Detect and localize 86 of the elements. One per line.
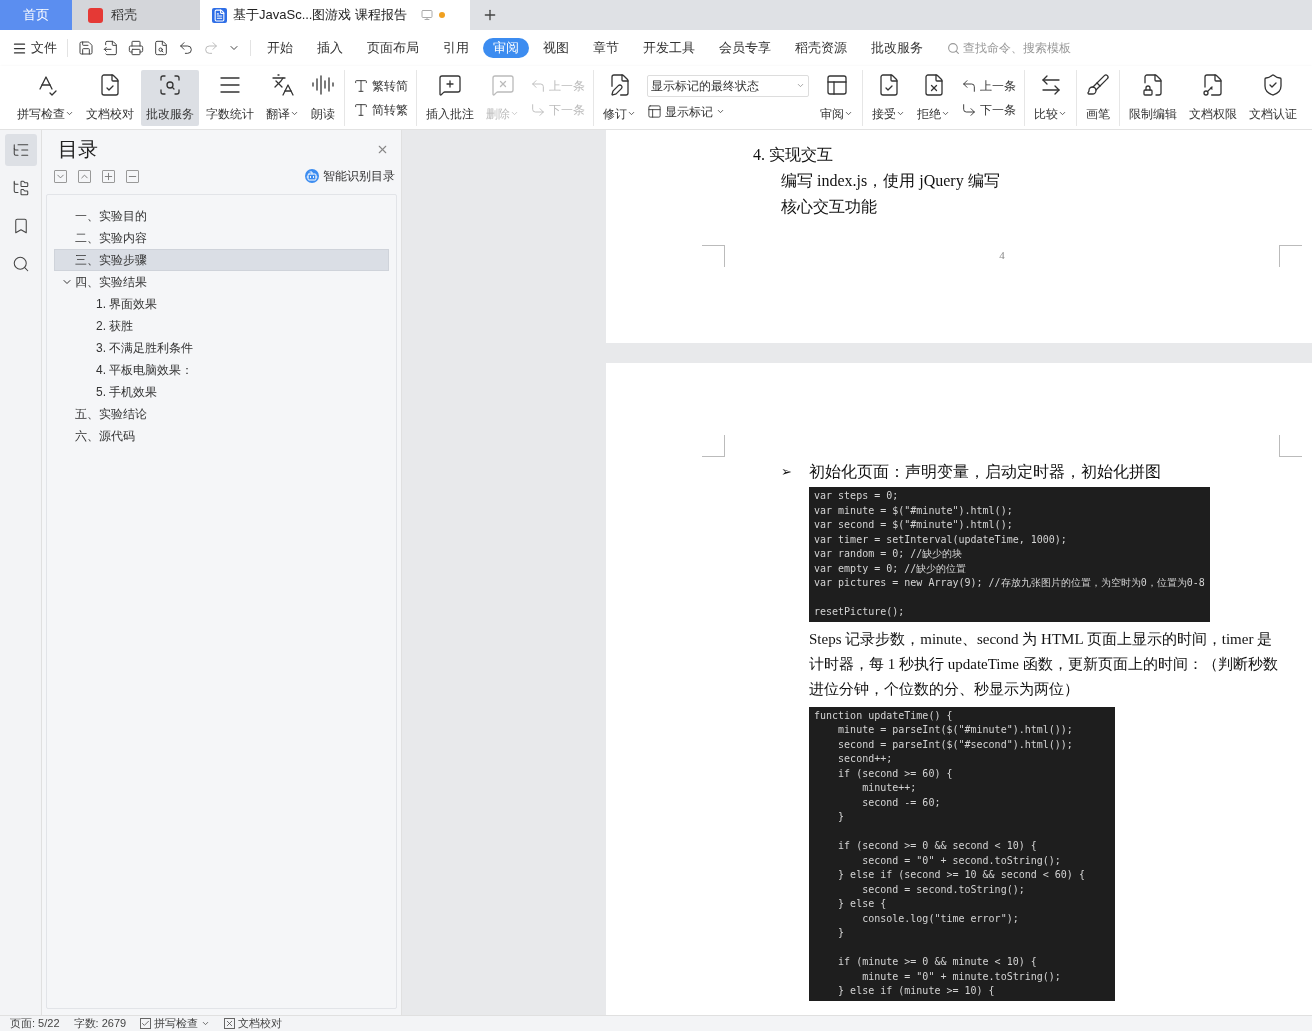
- code-line: } else {: [837, 897, 888, 911]
- ribbon-tab[interactable]: 引用: [433, 38, 479, 58]
- ribbon-button[interactable]: 比较: [1029, 69, 1072, 126]
- code-line: }: [837, 926, 846, 940]
- ribbon-button[interactable]: 插入批注: [421, 69, 479, 126]
- code-line: } else if (minute >= 10) {: [837, 984, 996, 998]
- ribbon-tab[interactable]: 开发工具: [633, 38, 705, 58]
- code-line: var steps = 0;: [814, 489, 900, 503]
- panel-title: 目录: [58, 137, 98, 162]
- ribbon-tab[interactable]: 章节: [583, 38, 629, 58]
- ribbon-button[interactable]: 拼写检查: [12, 69, 79, 126]
- toc-item[interactable]: 4. 平板电脑效果：: [54, 359, 389, 381]
- code-line: if (second >= 60) {: [837, 766, 954, 781]
- spell-check-toggle[interactable]: 拼写检查: [140, 1015, 211, 1031]
- code-line: var minute = $("#minute").html();: [814, 503, 1014, 518]
- ribbon-button[interactable]: 文档认证: [1244, 69, 1302, 126]
- ribbon-button[interactable]: 画笔: [1081, 69, 1115, 126]
- toc-item[interactable]: 2. 获胜: [54, 315, 389, 337]
- code-line: function updateTime() {: [814, 708, 954, 723]
- code-line: minute = parseInt($("#minute").html());: [837, 723, 1074, 737]
- body-paragraph: Steps 记录步数，minute、second 为 HTML 页面上显示的时间，timer 是计时器，每 1 秒执行 updateTime 函数，更新页面上的时间：（判断秒数进位分钟，个位数的分、秒显示为两位）: [809, 629, 1279, 699]
- body-text: 核心交互功能: [780, 197, 878, 217]
- file-menu[interactable]: 文件: [12, 38, 68, 58]
- ribbon-button[interactable]: 接受: [867, 69, 910, 126]
- ribbon-small-button[interactable]: 下一条: [961, 100, 1016, 119]
- ribbon-small-button[interactable]: 简转繁: [353, 100, 408, 119]
- command-search-field[interactable]: 查找命令、搜索模板: [947, 39, 1103, 57]
- page-indicator: 页面: 5/22: [10, 1016, 60, 1031]
- toc-item[interactable]: 一、实验目的: [54, 205, 389, 227]
- ribbon-small-button[interactable]: 繁转简: [353, 76, 408, 95]
- bullet-marker: ➢: [781, 463, 793, 481]
- toc-item[interactable]: 二、实验内容: [54, 227, 389, 249]
- ribbon-button[interactable]: 字数统计: [201, 69, 259, 126]
- show-markup-button[interactable]: 显示标记: [647, 102, 809, 121]
- code-line: if (minute >= 0 && minute < 10) {: [837, 955, 1038, 969]
- ribbon-button[interactable]: 文档权限: [1184, 69, 1242, 126]
- ribbon-tab[interactable]: 页面布局: [357, 38, 429, 58]
- toc-item[interactable]: 1. 界面效果: [54, 293, 389, 315]
- code-line: }: [837, 810, 846, 824]
- numbered-heading: 4. 实现交互: [753, 145, 834, 165]
- ribbon-button[interactable]: 拒绝: [912, 69, 955, 126]
- toc-item[interactable]: 四、实验结果: [54, 271, 389, 293]
- ribbon-tab[interactable]: 开始: [257, 38, 303, 58]
- body-text: 编写 index.js，使用 jQuery 编写: [780, 171, 1001, 192]
- markup-dropdown[interactable]: 显示标记的最终状态: [647, 74, 809, 97]
- toc-item[interactable]: 5. 手机效果: [54, 381, 389, 403]
- toc-item[interactable]: 3. 不满足胜利条件: [54, 337, 389, 359]
- code-line: var second = $("#minute").html();: [814, 518, 1014, 532]
- code-line: second = parseInt($("#second").html());: [837, 737, 1074, 752]
- ribbon-button[interactable]: 批改服务: [141, 69, 199, 126]
- code-line: second -= 60;: [861, 795, 942, 810]
- code-line: if (second >= 0 && second < 10) {: [837, 839, 1038, 853]
- code-line: minute = "0" + minute.toString();: [861, 969, 1062, 984]
- ribbon-tab[interactable]: 视图: [533, 38, 579, 58]
- ribbon-button[interactable]: 修订: [598, 69, 641, 126]
- word-count: 字数: 2679: [73, 1016, 127, 1031]
- toc-item[interactable]: 三、实验步骤: [54, 249, 389, 271]
- ribbon-tab[interactable]: 稻壳资源: [785, 38, 857, 58]
- ribbon-tab[interactable]: 批改服务: [861, 38, 933, 58]
- code-line: second = "0" + second.toString();: [861, 853, 1062, 868]
- code-line: var random = 0; //缺少的块: [814, 547, 964, 561]
- code-line: resetPicture();: [814, 605, 906, 619]
- toc-item[interactable]: 六、源代码: [54, 425, 389, 447]
- ribbon-tab[interactable]: 会员专享: [709, 38, 781, 58]
- code-line: var timer = setInterval(updateTime, 1000);: [814, 532, 1068, 547]
- bullet-text: 初始化页面：声明变量，启动定时器，初始化拼图: [809, 462, 1161, 482]
- code-line: second = second.toString();: [861, 882, 1026, 897]
- code-line: var empty = 0; //缺少的位置: [814, 561, 968, 576]
- proofread-button[interactable]: 文档校对: [224, 1015, 283, 1031]
- ribbon-button[interactable]: 翻译: [261, 69, 304, 126]
- ribbon-tab[interactable]: 插入: [307, 38, 353, 58]
- ribbon-button[interactable]: 文档校对: [81, 69, 139, 126]
- page-number: 4: [998, 248, 1006, 263]
- ribbon-button[interactable]: 审阅: [815, 69, 858, 126]
- ribbon-button[interactable]: 朗读: [306, 69, 340, 126]
- code-line: console.log("time error");: [861, 911, 1020, 926]
- toc-item[interactable]: 五、实验结论: [54, 403, 389, 425]
- smart-toc-button[interactable]: 智能识别目录: [305, 167, 395, 185]
- window-tab[interactable]: 基于JavaSc...图游戏 课程报告: [200, 0, 470, 30]
- code-line: var pictures = new Array(9); //存放九张图片的位置，为空时为0，位置为0-8: [814, 576, 1205, 590]
- code-line: second++;: [837, 752, 894, 766]
- code-line: } else if (second >= 10 && second < 60) {: [837, 868, 1086, 882]
- code-line: minute++;: [861, 781, 918, 795]
- window-tab[interactable]: 稻壳: [72, 0, 200, 30]
- ribbon-small-button[interactable]: 上一条: [961, 76, 1016, 95]
- ribbon-button[interactable]: 限制编辑: [1124, 69, 1182, 126]
